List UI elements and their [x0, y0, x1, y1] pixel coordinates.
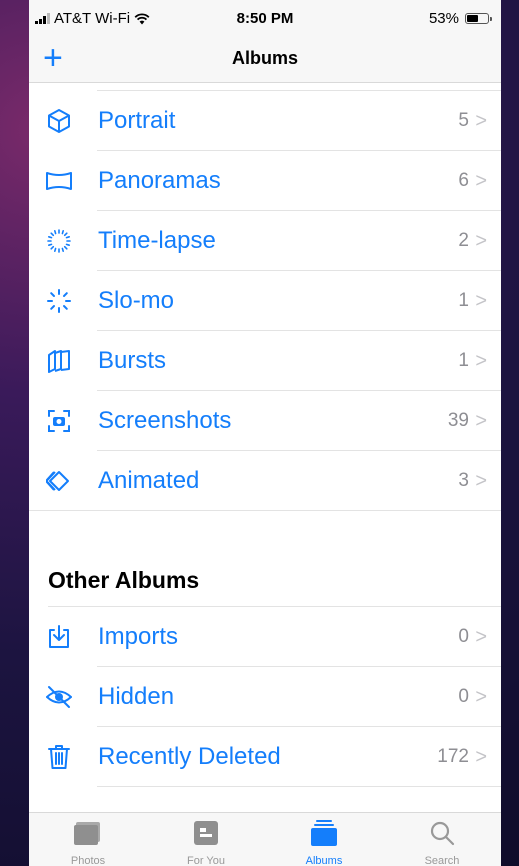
album-label: Hidden — [98, 683, 175, 710]
album-count: 0 — [458, 626, 469, 647]
album-count: 39 — [447, 410, 469, 431]
album-row-screenshots[interactable]: Screenshots 39 > — [29, 391, 501, 451]
page-title: Albums — [231, 48, 298, 68]
album-label: Imports — [98, 623, 179, 650]
tab-bar: Photos For You Albums Search — [29, 812, 501, 866]
battery-percent: 53% — [428, 10, 459, 27]
album-label: Time-lapse — [98, 227, 216, 254]
albums-tab-icon — [311, 820, 337, 846]
album-count: 0 — [458, 686, 469, 707]
chevron-right-icon: > — [475, 409, 487, 432]
tab-albums[interactable]: Albums — [265, 813, 383, 866]
chevron-right-icon: > — [475, 229, 487, 252]
album-row-imports[interactable]: Imports 0 > — [29, 607, 501, 667]
album-count: 1 — [458, 350, 469, 371]
album-count: 1 — [458, 290, 469, 311]
panorama-icon — [46, 172, 72, 190]
album-count: 3 — [458, 470, 469, 491]
album-count: 172 — [437, 746, 469, 767]
tab-photos[interactable]: Photos — [29, 813, 147, 866]
album-label: Portrait — [98, 107, 176, 134]
album-label: Slo-mo — [98, 287, 175, 314]
chevron-right-icon: > — [475, 745, 487, 768]
album-label: Screenshots — [98, 407, 232, 434]
slomo-icon — [47, 289, 71, 313]
animated-icon — [46, 471, 69, 491]
album-label: Panoramas — [98, 167, 221, 194]
album-count: 6 — [458, 170, 469, 191]
album-row-bursts[interactable]: Bursts 1 > — [29, 331, 501, 391]
tab-search[interactable]: Search — [383, 813, 501, 866]
bursts-icon — [48, 350, 70, 373]
tab-label: For You — [187, 855, 225, 866]
chevron-right-icon: > — [475, 685, 487, 708]
album-row-panoramas[interactable]: Panoramas 6 > — [29, 151, 501, 211]
battery-icon — [465, 13, 492, 24]
chevron-right-icon: > — [475, 349, 487, 372]
photos-tab-icon — [74, 822, 100, 845]
chevron-right-icon: > — [475, 169, 487, 192]
section-title: Other Albums — [48, 567, 200, 593]
chevron-right-icon: > — [475, 625, 487, 648]
screenshot-icon — [48, 410, 70, 432]
portrait-cube-icon — [48, 109, 70, 133]
album-count: 5 — [458, 110, 469, 131]
album-row-portrait[interactable]: Portrait 5 > — [29, 91, 501, 151]
album-row-recently-deleted[interactable]: Recently Deleted 172 > — [29, 727, 501, 787]
tab-for-you[interactable]: For You — [147, 813, 265, 866]
tab-label: Albums — [305, 855, 343, 866]
chevron-right-icon: > — [475, 289, 487, 312]
chevron-right-icon: > — [475, 469, 487, 492]
trash-icon — [48, 745, 70, 769]
albums-list: Portrait 5 > Panoramas 6 > Time-lapse 2 … — [29, 82, 501, 787]
for-you-tab-icon — [194, 821, 218, 845]
album-label: Recently Deleted — [98, 743, 281, 770]
album-row-slomo[interactable]: Slo-mo 1 > — [29, 271, 501, 331]
album-label: Bursts — [98, 347, 167, 374]
status-bar: AT&T Wi-Fi 8:50 PM 53% — [29, 0, 501, 38]
search-tab-icon — [430, 821, 455, 846]
list-top-divider — [97, 82, 501, 91]
album-row-animated[interactable]: Animated 3 > — [29, 451, 501, 511]
import-icon — [49, 625, 69, 648]
tab-label: Photos — [70, 855, 106, 866]
nav-bar: + Albums — [29, 38, 501, 83]
phone-screen: AT&T Wi-Fi 8:50 PM 53% + Albums Portrait… — [29, 0, 501, 866]
chevron-right-icon: > — [475, 109, 487, 132]
hidden-eye-icon — [46, 686, 72, 708]
tab-label: Search — [424, 855, 460, 866]
album-row-hidden[interactable]: Hidden 0 > — [29, 667, 501, 727]
album-count: 2 — [458, 230, 469, 251]
timelapse-icon — [47, 229, 71, 253]
section-header-other-albums: Other Albums — [29, 547, 501, 607]
album-row-timelapse[interactable]: Time-lapse 2 > — [29, 211, 501, 271]
album-label: Animated — [98, 467, 200, 494]
